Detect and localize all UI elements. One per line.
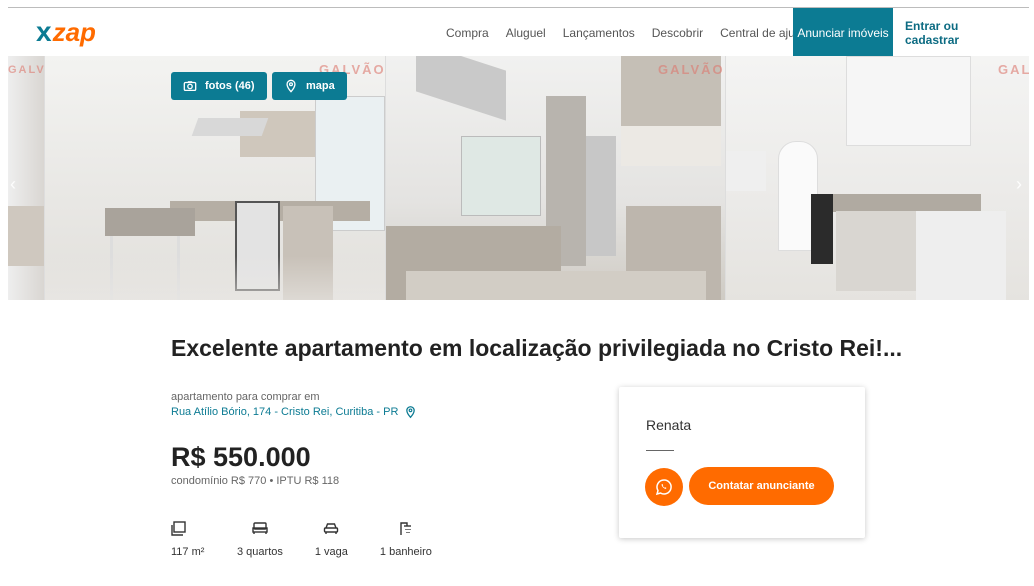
- entrar-cadastrar-button[interactable]: Entrar ou cadastrar: [905, 8, 1015, 57]
- top-navbar: x zap Compra Aluguel Lançamentos Descobr…: [8, 7, 1029, 57]
- chevron-right-icon[interactable]: ›: [1016, 174, 1022, 195]
- feature-parking: 1 vaga: [315, 520, 348, 558]
- shower-icon: [398, 520, 414, 540]
- zap-logo[interactable]: x zap: [36, 16, 96, 47]
- whatsapp-button[interactable]: [645, 468, 683, 506]
- feature-label: 1 banheiro: [379, 546, 432, 558]
- anunciar-imoveis-button[interactable]: Anunciar imóveis: [793, 8, 893, 57]
- feature-bathroom: 1 banheiro: [380, 520, 432, 558]
- listing-subtype: apartamento para comprar em: [171, 391, 320, 403]
- listing-price: R$ 550.000: [171, 442, 311, 472]
- photo-gallery[interactable]: GALVÃO GALVÃO GALVÃO GALVÃO: [8, 56, 1029, 300]
- car-icon: [323, 520, 339, 540]
- advertiser-name: Renata: [646, 417, 692, 433]
- photos-label: fotos (46): [205, 80, 255, 92]
- photos-button[interactable]: fotos (46): [171, 72, 267, 100]
- feature-label: 3 quartos: [237, 546, 283, 558]
- camera-icon: [183, 81, 197, 92]
- divider: [646, 450, 674, 451]
- nav-descobrir[interactable]: Descobrir: [652, 26, 703, 40]
- watermark: GALVÃO: [658, 62, 725, 77]
- main-nav: Compra Aluguel Lançamentos Descobrir Cen…: [446, 8, 808, 57]
- nav-compra[interactable]: Compra: [446, 26, 489, 40]
- map-label: mapa: [306, 80, 335, 92]
- advertiser-card: Renata Contatar anunciante: [619, 387, 865, 538]
- watermark: GALVÃO: [8, 64, 44, 76]
- feature-label: 117 m²: [171, 546, 205, 558]
- nav-aluguel[interactable]: Aluguel: [506, 26, 546, 40]
- gallery-photo-2[interactable]: GALVÃO: [386, 56, 725, 300]
- gallery-photo-3[interactable]: GALVÃO: [726, 56, 1029, 300]
- contact-advertiser-button[interactable]: Contatar anunciante: [689, 467, 834, 505]
- watermark: GALVÃO: [998, 62, 1029, 77]
- feature-area: 117 m²: [171, 520, 205, 558]
- map-button[interactable]: mapa: [272, 72, 347, 100]
- chevron-left-icon[interactable]: ‹: [10, 174, 16, 195]
- feature-bedrooms: 3 quartos: [237, 520, 283, 558]
- bed-icon: [252, 520, 268, 540]
- map-pin-icon: [286, 79, 296, 93]
- address-text: Rua Atílio Bório, 174 - Cristo Rei, Curi…: [171, 406, 399, 418]
- listing-features: 117 m² 3 quartos 1 vaga 1 banheiro: [171, 520, 432, 558]
- listing-title: Excelente apartamento em localização pri…: [171, 335, 903, 361]
- nav-lancamentos[interactable]: Lançamentos: [563, 26, 635, 40]
- location-pin-icon: [406, 406, 416, 419]
- listing-address-link[interactable]: Rua Atílio Bório, 174 - Cristo Rei, Curi…: [171, 405, 417, 419]
- feature-label: 1 vaga: [314, 546, 348, 558]
- listing-fees: condomínio R$ 770 • IPTU R$ 118: [171, 475, 340, 487]
- logo-text: zap: [52, 17, 96, 47]
- area-icon: [171, 520, 187, 540]
- whatsapp-icon: [655, 479, 672, 496]
- logo-mark: x: [36, 16, 52, 47]
